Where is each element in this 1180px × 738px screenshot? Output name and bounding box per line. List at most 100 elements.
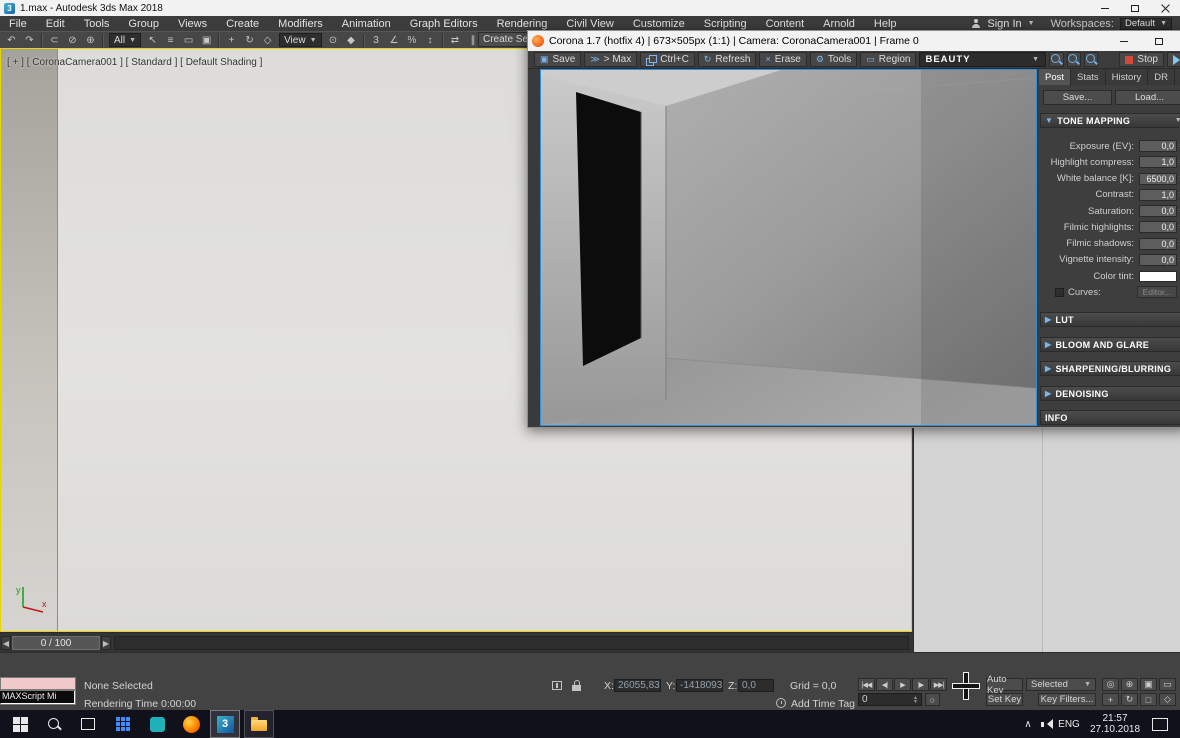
section-denoising[interactable]: ▶ DENOISING	[1040, 386, 1180, 401]
workspace-dropdown[interactable]: Default ▼	[1119, 17, 1172, 30]
bind-to-space-warp-icon[interactable]: ⊕	[82, 33, 99, 48]
tab-dr[interactable]: DR	[1148, 69, 1175, 85]
z-coordinate-field[interactable]: 0,0	[738, 679, 774, 692]
post-load-button[interactable]: Load...	[1115, 90, 1180, 105]
zoom-icon[interactable]: ◎	[1102, 678, 1119, 691]
teal-app-button[interactable]	[142, 710, 172, 738]
key-mode-dropdown[interactable]: Selected ▼	[1026, 678, 1096, 691]
tone-mapping-header[interactable]: ▼ TONE MAPPING ▼	[1040, 113, 1180, 128]
selection-region-icon[interactable]: ▭	[180, 33, 197, 48]
section-info[interactable]: INFO	[1040, 410, 1180, 425]
param-field[interactable]: 0,0	[1139, 205, 1177, 218]
spinner-snap-icon[interactable]: ↕	[422, 33, 439, 48]
selection-filter-dropdown[interactable]: All ▼	[109, 33, 142, 47]
next-frame-arrow[interactable]: ▶	[101, 636, 111, 650]
language-indicator[interactable]: ENG	[1056, 710, 1082, 738]
select-and-link-icon[interactable]: ⊂	[46, 33, 63, 48]
auto-key-button[interactable]: Auto Key	[986, 674, 1023, 696]
menu-item-edit[interactable]: Edit	[46, 18, 65, 30]
param-field[interactable]: 0,0	[1139, 221, 1177, 234]
window-crossing-icon[interactable]: ▣	[198, 33, 215, 48]
vfb-send-to-max-button[interactable]: ≫ > Max	[584, 52, 638, 67]
app-grid-button[interactable]	[108, 710, 138, 738]
zoom-in-button[interactable]	[1083, 52, 1099, 67]
file-explorer-button[interactable]	[244, 710, 274, 738]
param-field[interactable]: 0,0	[1139, 237, 1177, 250]
vfb-title-bar[interactable]: Corona 1.7 (hotfix 4) | 673×505px (1:1) …	[528, 31, 1180, 51]
time-slider-handle[interactable]: 0 / 100	[12, 636, 100, 650]
stop-render-button[interactable]: Stop	[1119, 52, 1164, 67]
vfb-minimize-button[interactable]	[1111, 33, 1137, 49]
vfb-maximize-button[interactable]	[1146, 33, 1172, 49]
zoom-all-icon[interactable]: ⊕	[1121, 678, 1138, 691]
menu-item-civil-view[interactable]: Civil View	[566, 18, 613, 30]
section-sharpening-blurring[interactable]: ▶ SHARPENING/BLURRING	[1040, 361, 1180, 376]
section-lut[interactable]: ▶ LUT	[1040, 312, 1180, 327]
tab-lightmix[interactable]: Light	[1174, 69, 1180, 85]
go-to-end-button[interactable]: ▶▶|	[930, 678, 947, 691]
menu-item-graph-editors[interactable]: Graph Editors	[410, 18, 478, 30]
next-frame-button[interactable]: |▶	[912, 678, 929, 691]
menu-item-create[interactable]: Create	[226, 18, 259, 30]
snap-toggle-icon[interactable]: 3	[368, 33, 385, 48]
reference-coordinate-dropdown[interactable]: View ▼	[279, 33, 322, 47]
sign-in-button[interactable]: Sign In	[987, 18, 1021, 30]
zoom-reset-button[interactable]	[1066, 52, 1081, 67]
maximize-button[interactable]	[1120, 0, 1150, 16]
undo-icon[interactable]: ↶	[3, 33, 20, 48]
param-field[interactable]: 1,0	[1139, 156, 1177, 169]
angle-snap-icon[interactable]: ∠	[386, 33, 403, 48]
select-by-name-icon[interactable]: ≡	[162, 33, 179, 48]
unlink-selection-icon[interactable]: ⊘	[64, 33, 81, 48]
x-coordinate-field[interactable]: 26055,83	[614, 679, 661, 692]
play-animation-button[interactable]: ▶	[894, 678, 911, 691]
select-and-rotate-icon[interactable]: ↻	[241, 33, 258, 48]
chevron-down-icon[interactable]: ▼	[1028, 20, 1035, 27]
menu-item-scripting[interactable]: Scripting	[704, 18, 747, 30]
task-view-button[interactable]	[74, 710, 102, 738]
action-center-button[interactable]	[1148, 710, 1172, 738]
menu-item-content[interactable]: Content	[766, 18, 805, 30]
zoom-out-button[interactable]	[1049, 52, 1064, 67]
close-button[interactable]	[1150, 0, 1180, 16]
orbit-icon[interactable]: ↻	[1121, 693, 1138, 706]
key-mode-toggle-button[interactable]: ○	[925, 693, 940, 706]
tab-history[interactable]: History	[1105, 69, 1149, 85]
param-field[interactable]: 0,0	[1139, 140, 1177, 153]
menu-item-animation[interactable]: Animation	[342, 18, 391, 30]
volume-button[interactable]	[1038, 710, 1056, 738]
field-of-view-icon[interactable]: ◇	[1159, 693, 1176, 706]
menu-item-views[interactable]: Views	[178, 18, 207, 30]
curves-checkbox[interactable]	[1055, 287, 1064, 297]
color-tint-swatch[interactable]	[1139, 270, 1177, 282]
use-pivot-center-icon[interactable]: ⊙	[325, 33, 342, 48]
param-field[interactable]: 0,0	[1139, 253, 1177, 266]
previous-frame-button[interactable]: ◀|	[876, 678, 893, 691]
zoom-region-icon[interactable]: ▭	[1159, 678, 1176, 691]
post-save-button[interactable]: Save...	[1043, 90, 1112, 105]
vfb-erase-button[interactable]: × Erase	[759, 52, 807, 67]
menu-item-tools[interactable]: Tools	[84, 18, 110, 30]
macro-recorder-pane[interactable]	[0, 677, 76, 690]
vfb-save-button[interactable]: ▣ Save	[534, 52, 582, 67]
pan-view-icon[interactable]: +	[1102, 693, 1119, 706]
vfb-refresh-button[interactable]: ↻ Refresh	[697, 52, 757, 67]
rendered-frame-image[interactable]	[540, 69, 1037, 426]
section-bloom-and-glare[interactable]: ▶ BLOOM AND GLARE	[1040, 337, 1180, 352]
param-field[interactable]: 1,0	[1139, 188, 1177, 201]
menu-item-modifiers[interactable]: Modifiers	[278, 18, 323, 30]
firefox-button[interactable]	[176, 710, 206, 738]
taskbar-clock[interactable]: 21:57 27.10.2018	[1086, 710, 1144, 738]
select-object-icon[interactable]: ↖	[144, 33, 161, 48]
frame-spinner[interactable]: ▲ ▼	[913, 695, 918, 704]
previous-frame-arrow[interactable]: ◀	[1, 636, 11, 650]
param-field[interactable]: 6500,0	[1139, 172, 1177, 185]
time-slider-track[interactable]	[114, 636, 909, 650]
key-filters-button[interactable]: Key Filters...	[1038, 693, 1096, 706]
menu-item-arnold[interactable]: Arnold	[823, 18, 855, 30]
menu-item-customize[interactable]: Customize	[633, 18, 685, 30]
go-to-start-button[interactable]: |◀◀	[858, 678, 875, 691]
menu-item-rendering[interactable]: Rendering	[497, 18, 548, 30]
3ds-max-taskbar-button[interactable]: 3	[210, 710, 240, 738]
search-button[interactable]	[40, 710, 68, 738]
